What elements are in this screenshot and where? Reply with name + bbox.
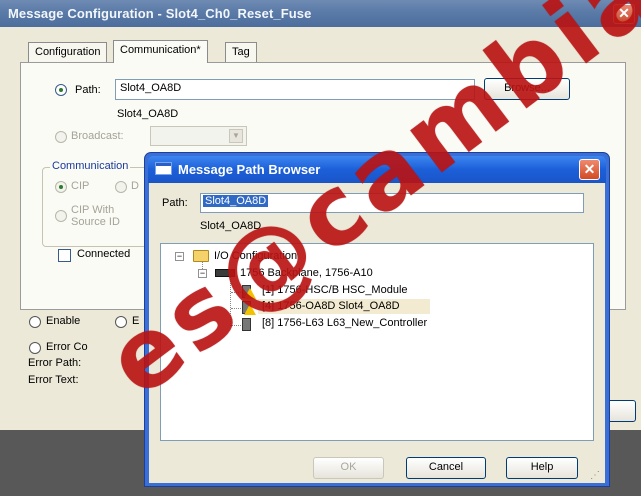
warning-icon — [244, 288, 256, 299]
broadcast-label: Broadcast: — [71, 130, 124, 142]
message-config-title: Message Configuration - Slot4_Ch0_Reset_… — [0, 0, 641, 27]
error-code-indicator — [29, 342, 41, 354]
broadcast-select[interactable]: ▼ — [150, 126, 247, 146]
tree-item-io-configuration[interactable]: I/O Configuration — [214, 250, 297, 262]
cip-with-source-id-label: CIP With Source ID — [71, 204, 120, 228]
broadcast-radio[interactable] — [55, 131, 67, 143]
ok-button[interactable]: OK — [313, 457, 384, 479]
path-browser-title: Message Path Browser — [148, 156, 606, 183]
tree-collapse-icon[interactable]: − — [198, 269, 207, 278]
tree-item-module[interactable]: [1] 1756-HSC/B HSC_Module — [262, 284, 408, 296]
tree-connector — [231, 325, 241, 326]
cip-label: CIP — [71, 180, 90, 192]
tab-tag[interactable]: Tag — [225, 42, 257, 62]
path-radio[interactable] — [55, 84, 67, 96]
cancel-button[interactable]: Cancel — [406, 457, 486, 479]
path-resolved: Slot4_OA8D — [117, 108, 179, 120]
dialog-icon — [155, 162, 172, 175]
cip-with-source-id-radio[interactable] — [55, 210, 67, 222]
browse-button[interactable]: Browse... — [484, 78, 570, 100]
tree-connector — [231, 308, 241, 309]
warning-icon — [244, 304, 256, 315]
folder-icon — [193, 250, 209, 262]
browser-path-resolved: Slot4_OA8D — [200, 220, 262, 232]
connected-checkbox[interactable] — [58, 249, 71, 262]
browser-path-label: Path: — [162, 197, 188, 209]
help-button[interactable]: Help — [506, 457, 578, 479]
d-label: D — [131, 180, 139, 192]
module-icon — [242, 318, 251, 331]
path-label: Path: — [75, 84, 101, 96]
d-radio[interactable] — [115, 181, 127, 193]
close-icon[interactable]: ✕ — [579, 159, 600, 180]
tree-connector — [231, 292, 241, 293]
cip-radio[interactable] — [55, 181, 67, 193]
tree-collapse-icon[interactable]: − — [175, 252, 184, 261]
tree-connector — [230, 277, 231, 326]
connected-label: Connected — [77, 248, 131, 260]
browser-path-selected-text: Slot4_OA8D — [203, 195, 269, 207]
enable-label: Enable — [46, 315, 81, 327]
cip-with-label-line2: Source ID — [71, 216, 120, 228]
backplane-icon — [215, 269, 235, 277]
e-indicator — [115, 316, 127, 328]
resize-grip-icon[interactable]: ⋰ — [590, 470, 600, 481]
e-label: E — [132, 315, 140, 327]
error-text-label: Error Text: — [28, 374, 79, 386]
communication-group-label: Communication — [50, 160, 131, 172]
browser-path-input[interactable]: Slot4_OA8D — [200, 193, 584, 213]
chevron-down-icon: ▼ — [229, 129, 243, 143]
tab-configuration[interactable]: Configuration — [28, 42, 108, 62]
tree-item-module[interactable]: [4] 1756-OA8D Slot4_OA8D — [262, 300, 400, 312]
tab-communication[interactable]: Communication* — [113, 40, 208, 63]
close-icon[interactable]: ✕ — [613, 4, 635, 24]
tree-item-module[interactable]: [8] 1756-L63 L63_New_Controller — [262, 317, 427, 329]
cip-with-label-line1: CIP With — [71, 204, 115, 216]
path-input[interactable]: Slot4_OA8D — [115, 79, 475, 100]
tree-item-backplane[interactable]: 1756 Backplane, 1756-A10 — [240, 267, 373, 279]
error-path-label: Error Path: — [28, 357, 82, 369]
enable-indicator — [29, 316, 41, 328]
error-code-label: Error Co — [46, 341, 88, 353]
